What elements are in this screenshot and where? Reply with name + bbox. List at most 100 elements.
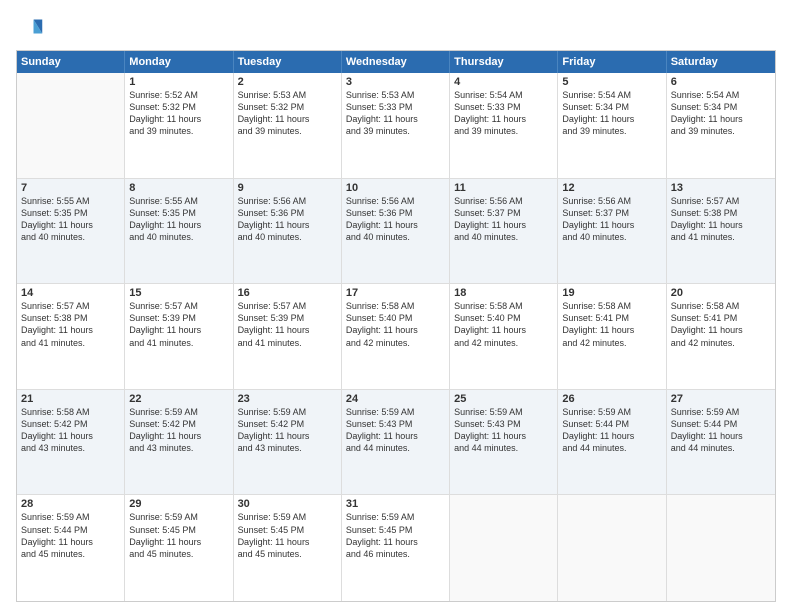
day-number: 16 xyxy=(238,287,337,299)
day-number: 27 xyxy=(671,393,771,405)
cal-cell: 18Sunrise: 5:58 AMSunset: 5:40 PMDayligh… xyxy=(450,284,558,389)
cal-cell xyxy=(558,495,666,601)
cal-cell: 20Sunrise: 5:58 AMSunset: 5:41 PMDayligh… xyxy=(667,284,775,389)
cell-info: Sunrise: 5:56 AMSunset: 5:37 PMDaylight:… xyxy=(562,195,661,244)
cal-cell: 4Sunrise: 5:54 AMSunset: 5:33 PMDaylight… xyxy=(450,73,558,178)
day-number: 31 xyxy=(346,498,445,510)
cal-cell: 15Sunrise: 5:57 AMSunset: 5:39 PMDayligh… xyxy=(125,284,233,389)
cal-cell xyxy=(450,495,558,601)
cal-cell: 29Sunrise: 5:59 AMSunset: 5:45 PMDayligh… xyxy=(125,495,233,601)
day-number: 29 xyxy=(129,498,228,510)
cal-cell: 9Sunrise: 5:56 AMSunset: 5:36 PMDaylight… xyxy=(234,179,342,284)
cal-cell: 8Sunrise: 5:55 AMSunset: 5:35 PMDaylight… xyxy=(125,179,233,284)
day-number: 28 xyxy=(21,498,120,510)
cal-cell: 5Sunrise: 5:54 AMSunset: 5:34 PMDaylight… xyxy=(558,73,666,178)
cell-info: Sunrise: 5:57 AMSunset: 5:39 PMDaylight:… xyxy=(238,300,337,349)
cal-cell: 3Sunrise: 5:53 AMSunset: 5:33 PMDaylight… xyxy=(342,73,450,178)
cal-cell: 31Sunrise: 5:59 AMSunset: 5:45 PMDayligh… xyxy=(342,495,450,601)
cell-info: Sunrise: 5:59 AMSunset: 5:44 PMDaylight:… xyxy=(21,511,120,560)
cal-cell: 7Sunrise: 5:55 AMSunset: 5:35 PMDaylight… xyxy=(17,179,125,284)
cell-info: Sunrise: 5:55 AMSunset: 5:35 PMDaylight:… xyxy=(129,195,228,244)
day-number: 9 xyxy=(238,182,337,194)
day-number: 10 xyxy=(346,182,445,194)
page: SundayMondayTuesdayWednesdayThursdayFrid… xyxy=(0,0,792,612)
cell-info: Sunrise: 5:54 AMSunset: 5:33 PMDaylight:… xyxy=(454,89,553,138)
cal-cell: 2Sunrise: 5:53 AMSunset: 5:32 PMDaylight… xyxy=(234,73,342,178)
cal-cell: 28Sunrise: 5:59 AMSunset: 5:44 PMDayligh… xyxy=(17,495,125,601)
day-number: 14 xyxy=(21,287,120,299)
week-row-2: 7Sunrise: 5:55 AMSunset: 5:35 PMDaylight… xyxy=(17,179,775,285)
header-day-tuesday: Tuesday xyxy=(234,51,342,73)
cal-cell: 6Sunrise: 5:54 AMSunset: 5:34 PMDaylight… xyxy=(667,73,775,178)
calendar-header: SundayMondayTuesdayWednesdayThursdayFrid… xyxy=(17,51,775,73)
cell-info: Sunrise: 5:56 AMSunset: 5:36 PMDaylight:… xyxy=(346,195,445,244)
cal-cell: 13Sunrise: 5:57 AMSunset: 5:38 PMDayligh… xyxy=(667,179,775,284)
day-number: 4 xyxy=(454,76,553,88)
cell-info: Sunrise: 5:57 AMSunset: 5:39 PMDaylight:… xyxy=(129,300,228,349)
cell-info: Sunrise: 5:57 AMSunset: 5:38 PMDaylight:… xyxy=(671,195,771,244)
cal-cell: 21Sunrise: 5:58 AMSunset: 5:42 PMDayligh… xyxy=(17,390,125,495)
cell-info: Sunrise: 5:59 AMSunset: 5:44 PMDaylight:… xyxy=(562,406,661,455)
day-number: 5 xyxy=(562,76,661,88)
cal-cell xyxy=(667,495,775,601)
cell-info: Sunrise: 5:52 AMSunset: 5:32 PMDaylight:… xyxy=(129,89,228,138)
cell-info: Sunrise: 5:54 AMSunset: 5:34 PMDaylight:… xyxy=(671,89,771,138)
calendar: SundayMondayTuesdayWednesdayThursdayFrid… xyxy=(16,50,776,602)
cell-info: Sunrise: 5:59 AMSunset: 5:45 PMDaylight:… xyxy=(129,511,228,560)
day-number: 3 xyxy=(346,76,445,88)
cal-cell: 27Sunrise: 5:59 AMSunset: 5:44 PMDayligh… xyxy=(667,390,775,495)
header-day-sunday: Sunday xyxy=(17,51,125,73)
day-number: 25 xyxy=(454,393,553,405)
cell-info: Sunrise: 5:58 AMSunset: 5:41 PMDaylight:… xyxy=(671,300,771,349)
logo-icon xyxy=(16,16,44,44)
cal-cell: 14Sunrise: 5:57 AMSunset: 5:38 PMDayligh… xyxy=(17,284,125,389)
cell-info: Sunrise: 5:54 AMSunset: 5:34 PMDaylight:… xyxy=(562,89,661,138)
cal-cell: 1Sunrise: 5:52 AMSunset: 5:32 PMDaylight… xyxy=(125,73,233,178)
day-number: 7 xyxy=(21,182,120,194)
cell-info: Sunrise: 5:58 AMSunset: 5:40 PMDaylight:… xyxy=(454,300,553,349)
cal-cell: 12Sunrise: 5:56 AMSunset: 5:37 PMDayligh… xyxy=(558,179,666,284)
cell-info: Sunrise: 5:53 AMSunset: 5:32 PMDaylight:… xyxy=(238,89,337,138)
day-number: 21 xyxy=(21,393,120,405)
cal-cell: 24Sunrise: 5:59 AMSunset: 5:43 PMDayligh… xyxy=(342,390,450,495)
day-number: 13 xyxy=(671,182,771,194)
day-number: 24 xyxy=(346,393,445,405)
cal-cell: 16Sunrise: 5:57 AMSunset: 5:39 PMDayligh… xyxy=(234,284,342,389)
cell-info: Sunrise: 5:59 AMSunset: 5:42 PMDaylight:… xyxy=(238,406,337,455)
cal-cell: 10Sunrise: 5:56 AMSunset: 5:36 PMDayligh… xyxy=(342,179,450,284)
cal-cell: 25Sunrise: 5:59 AMSunset: 5:43 PMDayligh… xyxy=(450,390,558,495)
cal-cell: 26Sunrise: 5:59 AMSunset: 5:44 PMDayligh… xyxy=(558,390,666,495)
cell-info: Sunrise: 5:58 AMSunset: 5:40 PMDaylight:… xyxy=(346,300,445,349)
cell-info: Sunrise: 5:58 AMSunset: 5:41 PMDaylight:… xyxy=(562,300,661,349)
day-number: 11 xyxy=(454,182,553,194)
header-day-monday: Monday xyxy=(125,51,233,73)
day-number: 1 xyxy=(129,76,228,88)
cell-info: Sunrise: 5:58 AMSunset: 5:42 PMDaylight:… xyxy=(21,406,120,455)
week-row-4: 21Sunrise: 5:58 AMSunset: 5:42 PMDayligh… xyxy=(17,390,775,496)
header-day-friday: Friday xyxy=(558,51,666,73)
day-number: 23 xyxy=(238,393,337,405)
cell-info: Sunrise: 5:56 AMSunset: 5:36 PMDaylight:… xyxy=(238,195,337,244)
day-number: 6 xyxy=(671,76,771,88)
day-number: 15 xyxy=(129,287,228,299)
cell-info: Sunrise: 5:59 AMSunset: 5:44 PMDaylight:… xyxy=(671,406,771,455)
day-number: 30 xyxy=(238,498,337,510)
cal-cell: 11Sunrise: 5:56 AMSunset: 5:37 PMDayligh… xyxy=(450,179,558,284)
day-number: 8 xyxy=(129,182,228,194)
cal-cell xyxy=(17,73,125,178)
cal-cell: 30Sunrise: 5:59 AMSunset: 5:45 PMDayligh… xyxy=(234,495,342,601)
day-number: 12 xyxy=(562,182,661,194)
cell-info: Sunrise: 5:59 AMSunset: 5:43 PMDaylight:… xyxy=(346,406,445,455)
calendar-body: 1Sunrise: 5:52 AMSunset: 5:32 PMDaylight… xyxy=(17,73,775,601)
day-number: 18 xyxy=(454,287,553,299)
cell-info: Sunrise: 5:55 AMSunset: 5:35 PMDaylight:… xyxy=(21,195,120,244)
day-number: 19 xyxy=(562,287,661,299)
header-day-wednesday: Wednesday xyxy=(342,51,450,73)
cell-info: Sunrise: 5:57 AMSunset: 5:38 PMDaylight:… xyxy=(21,300,120,349)
day-number: 26 xyxy=(562,393,661,405)
header xyxy=(16,16,776,44)
cell-info: Sunrise: 5:59 AMSunset: 5:43 PMDaylight:… xyxy=(454,406,553,455)
cal-cell: 19Sunrise: 5:58 AMSunset: 5:41 PMDayligh… xyxy=(558,284,666,389)
logo xyxy=(16,16,48,44)
week-row-5: 28Sunrise: 5:59 AMSunset: 5:44 PMDayligh… xyxy=(17,495,775,601)
